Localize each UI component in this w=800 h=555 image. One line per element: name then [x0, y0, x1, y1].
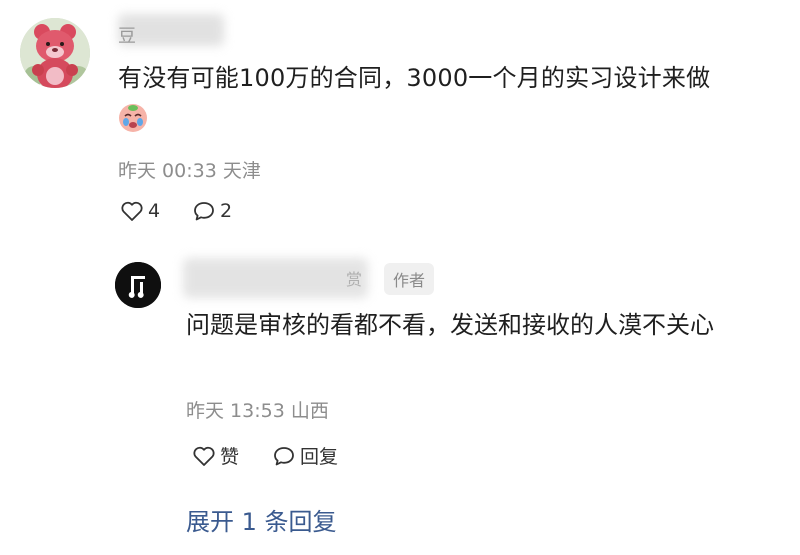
comment-reply-count-button[interactable]: 2: [192, 200, 232, 222]
crying-face-emoji-icon: [116, 100, 150, 134]
reply-reply-label: 回复: [300, 446, 339, 468]
heart-outline-icon: [120, 200, 144, 222]
reply-like-button[interactable]: 赞: [192, 442, 239, 469]
author-avatar[interactable]: [115, 262, 161, 308]
reply-text: 问题是审核的看都不看，发送和接收的人漠不关心: [186, 311, 714, 339]
commenter-avatar[interactable]: [20, 18, 90, 88]
author-badge: 作者: [384, 263, 435, 295]
reply-reply-button[interactable]: 回复: [272, 442, 338, 469]
author-name-blurred: [183, 258, 368, 298]
commenter-name-fragment: 豆: [118, 26, 136, 47]
comment-text: 有没有可能100万的合同，3000一个月的实习设计来做: [118, 64, 711, 92]
comment-like-button[interactable]: 4: [120, 200, 160, 222]
reply-meta: 昨天 13:53 山西: [186, 400, 329, 422]
music-note-logo-icon: [115, 262, 161, 308]
author-name-fragment: 赏: [346, 270, 363, 289]
comment-like-count: 4: [148, 200, 161, 222]
comment-reply-count: 2: [220, 200, 233, 222]
speech-bubble-icon: [192, 200, 216, 222]
heart-outline-icon: [192, 445, 216, 467]
speech-bubble-icon: [272, 445, 296, 467]
expand-replies-link[interactable]: 展开 1 条回复: [186, 502, 337, 537]
comment-meta: 昨天 00:33 天津: [118, 160, 261, 182]
reply-like-label: 赞: [220, 446, 240, 468]
strawberry-bear-avatar-image: [20, 18, 90, 88]
